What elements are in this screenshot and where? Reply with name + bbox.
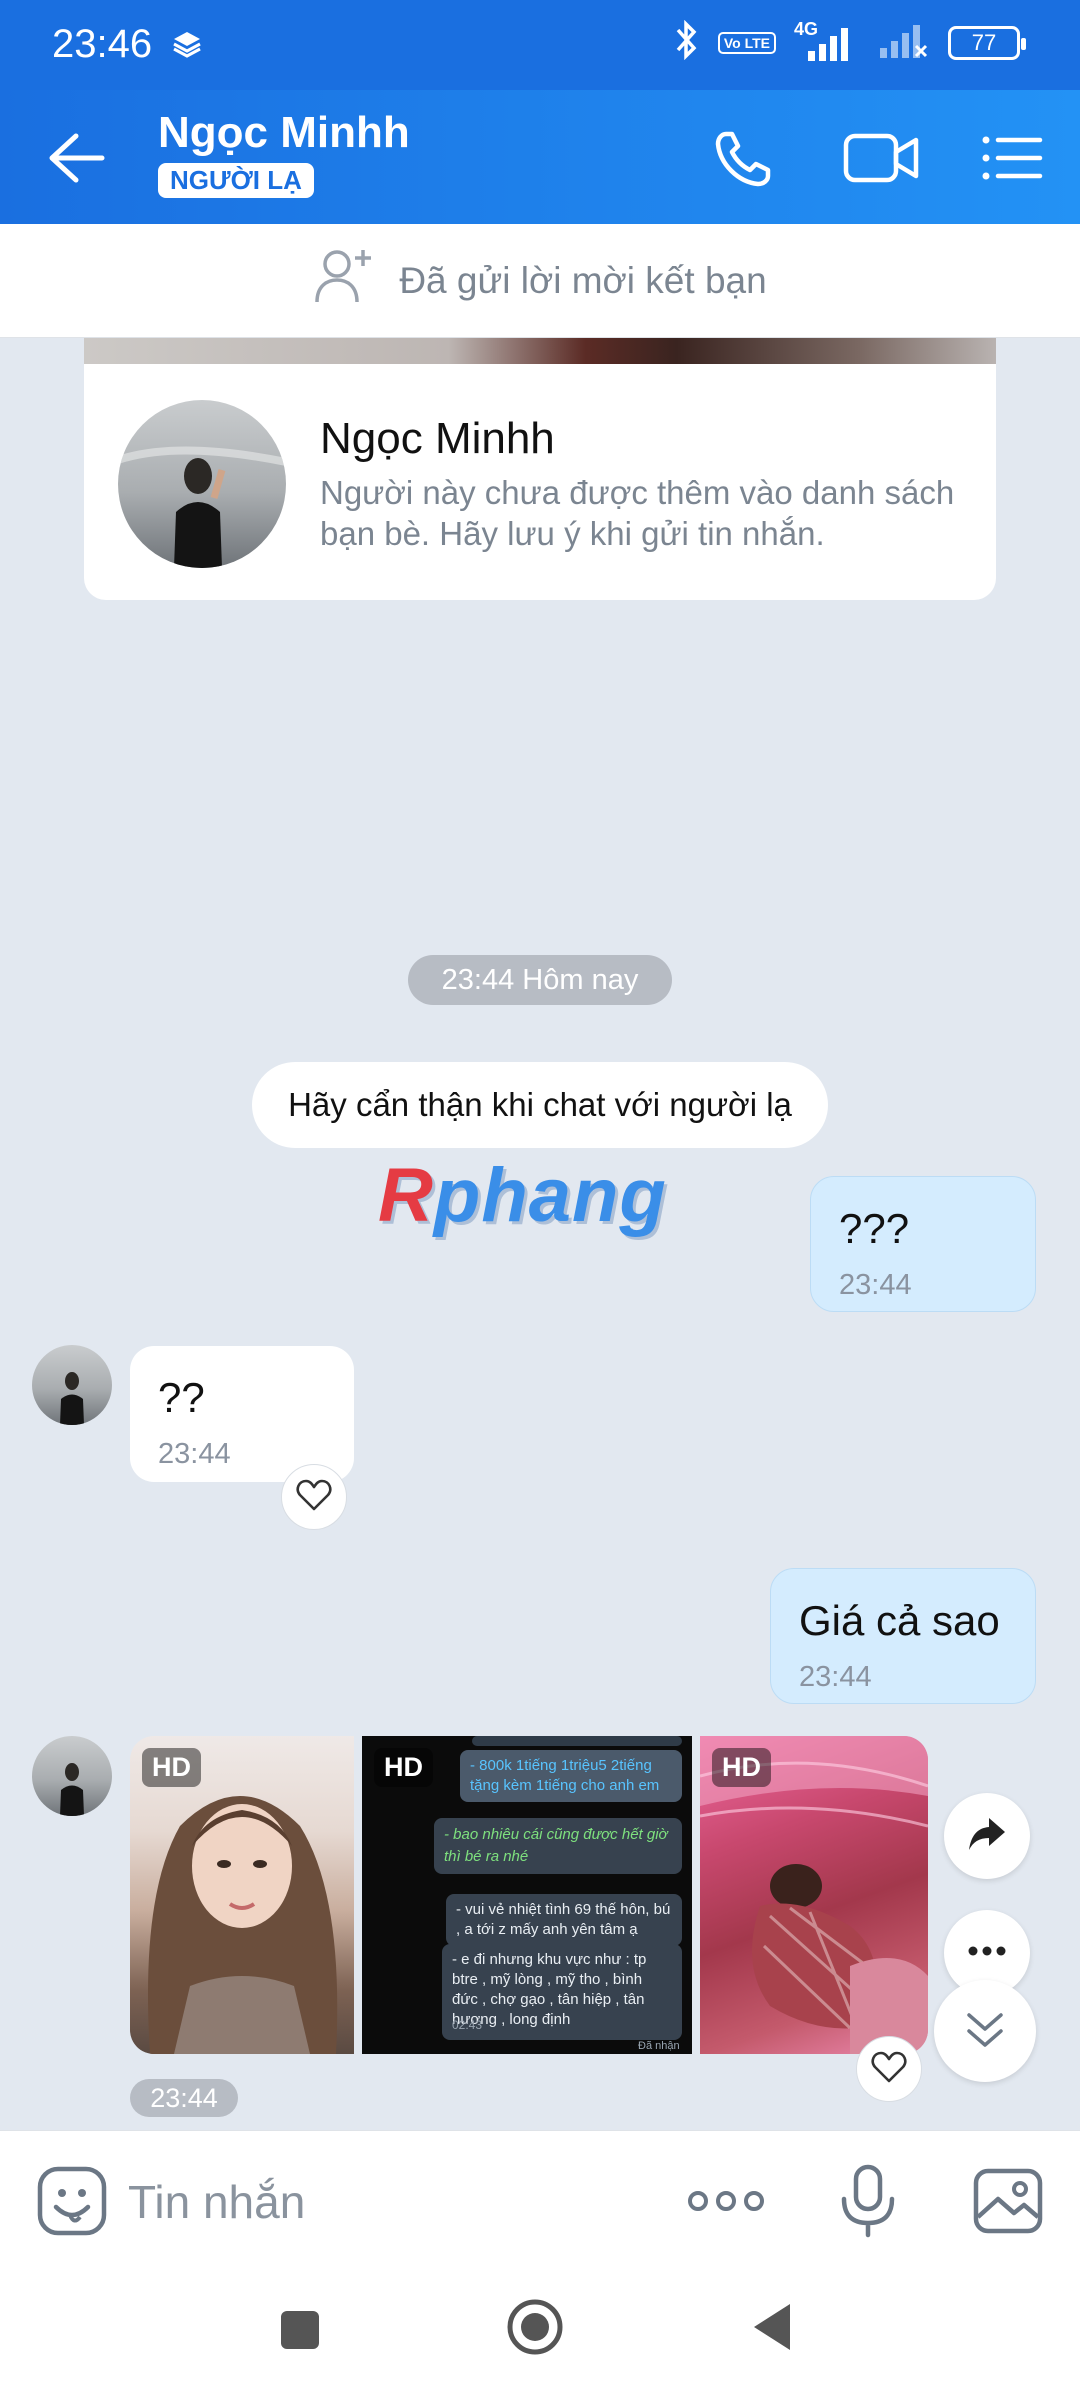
microphone-icon[interactable] [830, 2163, 906, 2239]
status-bar: 23:46 Vo LTE 4G 77 [0, 0, 1080, 90]
friend-request-bar[interactable]: Đã gửi lời mời kết bạn [0, 224, 1080, 338]
more-dots-icon [967, 1944, 1007, 1962]
message-bubble-incoming[interactable]: ?? 23:44 [130, 1346, 354, 1482]
screenshot-line-1: - 800k 1tiếng 1triệu5 2tiếng tặng kèm 1t… [460, 1750, 682, 1802]
bluetooth-icon [672, 19, 700, 65]
system-nav-bar [0, 2270, 1080, 2400]
photo-thumbnail-3[interactable]: HD [700, 1736, 928, 2054]
profile-name: Ngọc Minhh [320, 414, 555, 463]
profile-note: Người này chưa được thêm vào danh sách b… [320, 474, 955, 552]
watermark-word: phang [433, 1153, 667, 1238]
date-separator: 23:44 Hôm nay [408, 955, 672, 1005]
profile-avatar[interactable] [118, 400, 286, 568]
back-nav-button[interactable] [752, 2302, 792, 2357]
photo-thumbnail-1[interactable]: HD [130, 1736, 354, 2054]
screenshot-status: Đã nhận [638, 2040, 680, 2052]
video-call-icon[interactable] [840, 122, 924, 194]
share-button[interactable] [944, 1793, 1030, 1879]
hd-badge: HD [142, 1748, 201, 1787]
layers-icon [172, 30, 202, 63]
message-time: 23:44 [839, 1269, 912, 1301]
message-time: 23:44 [799, 1661, 872, 1693]
watermark-letter: R [378, 1153, 434, 1238]
message-input-bar: Tin nhắn [0, 2130, 1080, 2270]
scroll-to-bottom-button[interactable] [934, 1980, 1036, 2082]
recent-apps-button[interactable] [280, 2310, 320, 2355]
signal-icon: 4G [794, 19, 858, 63]
back-button[interactable] [40, 126, 116, 190]
signal-empty-icon [876, 20, 930, 65]
friend-request-text: Đã gửi lời mời kết bạn [399, 259, 767, 301]
photo-thumbnail-2[interactable]: HD - 800k 1tiếng 1triệu5 2tiếng tặng kèm… [362, 1736, 692, 2054]
react-heart-button[interactable] [281, 1464, 347, 1530]
react-heart-button[interactable] [856, 2036, 922, 2102]
image-gallery-icon[interactable] [970, 2163, 1046, 2239]
network-type: 4G [794, 18, 819, 39]
double-chevron-down-icon [963, 2007, 1007, 2056]
phone-icon[interactable] [708, 122, 780, 194]
battery-indicator: 77 [948, 25, 1026, 60]
message-bubble-outgoing[interactable]: ??? 23:44 [810, 1176, 1036, 1312]
menu-icon[interactable] [976, 122, 1048, 194]
status-time: 23:46 [52, 22, 153, 66]
sender-avatar[interactable] [32, 1736, 112, 1816]
stranger-warning-notice: Hãy cẩn thận khi chat với người lạ [252, 1062, 828, 1148]
message-time: 23:44 [158, 1438, 231, 1470]
message-input[interactable]: Tin nhắn [128, 2175, 305, 2229]
hd-badge: HD [374, 1748, 433, 1787]
stranger-badge: NGƯỜI LẠ [158, 163, 314, 198]
heart-icon [296, 1479, 332, 1516]
message-text: ?? [158, 1374, 205, 1421]
add-friend-icon [313, 246, 377, 315]
back-triangle-icon [752, 2304, 792, 2356]
sender-avatar[interactable] [32, 1345, 112, 1425]
home-circle-icon [506, 2299, 564, 2360]
chat-header: Ngọc Minhh NGƯỜI LẠ [0, 90, 1080, 224]
photo-time: 23:44 [130, 2079, 238, 2117]
contact-name[interactable]: Ngọc Minhh [158, 108, 410, 158]
profile-card[interactable]: Ngọc Minhh Người này chưa được thêm vào … [84, 364, 996, 600]
hd-badge: HD [712, 1748, 771, 1787]
screenshot-chat-top [472, 1736, 682, 1746]
screenshot-time: 02:43 [452, 2018, 483, 2032]
more-ellipsis-icon[interactable] [686, 2163, 766, 2239]
watermark-logo: Rphang [378, 1152, 667, 1239]
share-arrow-icon [967, 1816, 1007, 1857]
screenshot-line-3: - vui vẻ nhiệt tình 69 thế hôn, bú , a t… [446, 1894, 682, 1946]
screenshot-line-2: - bao nhiêu cái cũng được hết giờ thì bé… [434, 1818, 682, 1874]
message-text: ??? [839, 1205, 910, 1252]
message-bubble-outgoing[interactable]: Giá cả sao 23:44 [770, 1568, 1036, 1704]
home-button[interactable] [506, 2298, 564, 2361]
square-icon [280, 2311, 320, 2354]
sticker-icon[interactable] [34, 2163, 110, 2239]
volte-badge: Vo LTE [717, 31, 776, 54]
cover-photo-strip [84, 338, 996, 364]
heart-icon [871, 2051, 907, 2088]
message-text: Giá cả sao [799, 1597, 1000, 1644]
